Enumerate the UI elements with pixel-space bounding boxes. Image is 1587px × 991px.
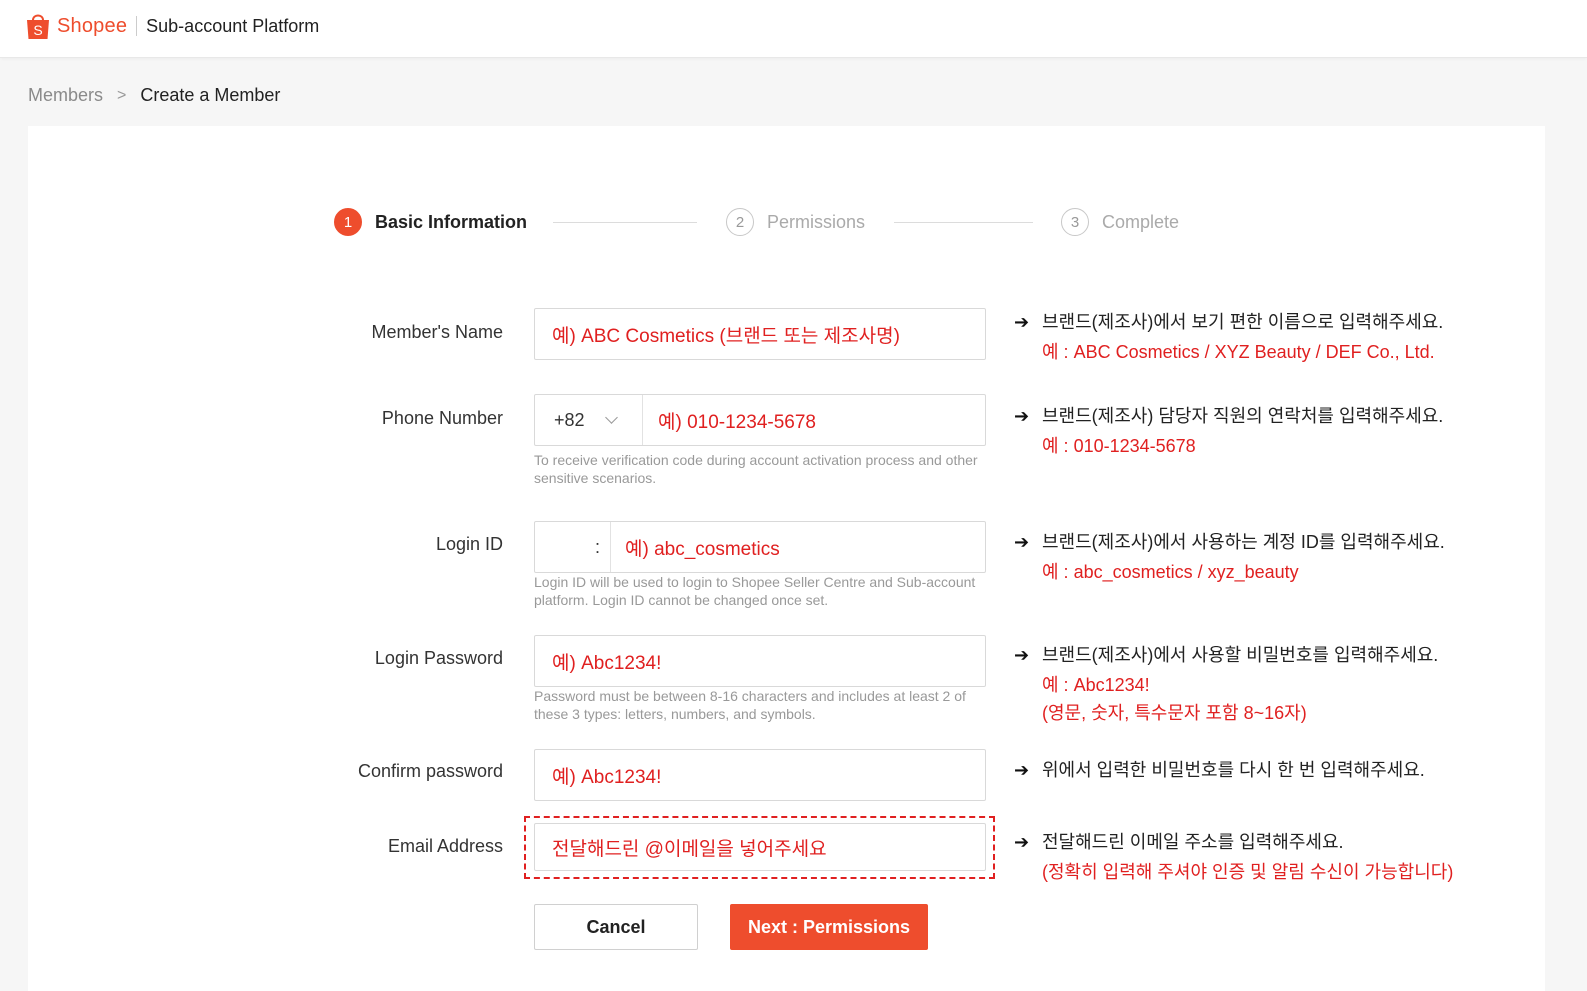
step-connector-1 <box>553 222 697 223</box>
country-code-value: +82 <box>554 409 585 430</box>
annotation-password-example: 예 : Abc1234! <box>1042 675 1150 695</box>
annotation-phone-example: 예 : 010-1234-5678 <box>1042 436 1196 456</box>
annotation-email: ➔ 전달해드린 이메일 주소를 입력해주세요. (정확히 입력해 주셔야 인증 및… <box>1014 827 1453 887</box>
annotation-member-name-main: 브랜드(제조사)에서 보기 편한 이름으로 입력해주세요. <box>1042 312 1444 332</box>
annotation-email-note: (정확히 입력해 주셔야 인증 및 알림 수신이 가능합니다) <box>1042 862 1454 882</box>
email-address-input[interactable]: 전달해드린 @이메일을 넣어주세요 <box>534 823 986 871</box>
annotation-password: ➔ 브랜드(제조사)에서 사용할 비밀번호를 입력해주세요. 예 : Abc123… <box>1014 640 1438 728</box>
member-name-label: Member's Name <box>371 322 503 342</box>
login-password-label: Login Password <box>374 648 503 668</box>
login-password-input[interactable]: 예) Abc1234! <box>534 635 986 687</box>
login-id-input[interactable]: 예) abc_cosmetics <box>611 534 780 561</box>
chevron-down-icon <box>604 411 618 424</box>
annotation-email-main: 전달해드린 이메일 주소를 입력해주세요. <box>1042 832 1344 852</box>
step-complete: 3 Complete <box>1061 208 1179 236</box>
step-number-1: 1 <box>334 208 362 236</box>
phone-number-hint: To receive verification code during acco… <box>534 452 978 486</box>
login-id-label: Login ID <box>435 534 503 554</box>
step-number-3: 3 <box>1061 208 1089 236</box>
annotation-login-id-example: 예 : abc_cosmetics / xyz_beauty <box>1042 562 1299 582</box>
step-label-1: Basic Information <box>375 211 528 232</box>
login-password-placeholder: 예) Abc1234! <box>552 652 662 674</box>
arrow-right-icon: ➔ <box>1014 406 1030 426</box>
login-id-field: : 예) abc_cosmetics <box>534 521 986 573</box>
arrow-right-icon: ➔ <box>1014 760 1030 780</box>
annotation-member-name: ➔ 브랜드(제조사)에서 보기 편한 이름으로 입력해주세요. 예 : ABC C… <box>1014 307 1443 367</box>
annotation-password-rule: (영문, 숫자, 특수문자 포함 8~16자) <box>1042 703 1307 723</box>
breadcrumb: Members > Create a Member <box>28 85 280 106</box>
phone-number-input[interactable]: 예) 010-1234-5678 <box>643 407 816 434</box>
login-password-hint: Password must be between 8-16 characters… <box>534 688 966 722</box>
confirm-password-label: Confirm password <box>357 761 503 781</box>
phone-number-field: +82 예) 010-1234-5678 <box>534 394 986 446</box>
step-connector-2 <box>894 222 1033 223</box>
step-label-3: Complete <box>1102 211 1180 232</box>
svg-text:S: S <box>33 22 42 38</box>
arrow-right-icon: ➔ <box>1014 312 1030 332</box>
step-label-2: Permissions <box>767 211 866 232</box>
brand-name: Shopee <box>57 14 128 37</box>
step-number-2: 2 <box>726 208 754 236</box>
shopee-logo[interactable]: S Shopee Sub-account Platform <box>26 12 319 40</box>
confirm-password-input[interactable]: 예) Abc1234! <box>534 749 986 801</box>
annotation-phone-main: 브랜드(제조사) 담당자 직원의 연락처를 입력해주세요. <box>1042 406 1444 426</box>
annotation-confirm-password: ➔ 위에서 입력한 비밀번호를 다시 한 번 입력해주세요. <box>1014 755 1425 785</box>
login-id-hint: Login ID will be used to login to Shopee… <box>534 574 976 608</box>
arrow-right-icon: ➔ <box>1014 832 1030 852</box>
member-name-placeholder: 예) ABC Cosmetics (브랜드 또는 제조사명) <box>552 325 900 347</box>
annotation-confirm-password-main: 위에서 입력한 비밀번호를 다시 한 번 입력해주세요. <box>1042 760 1425 780</box>
logo-divider <box>136 16 138 36</box>
annotation-password-main: 브랜드(제조사)에서 사용할 비밀번호를 입력해주세요. <box>1042 645 1439 665</box>
arrow-right-icon: ➔ <box>1014 532 1030 552</box>
member-name-input[interactable]: 예) ABC Cosmetics (브랜드 또는 제조사명) <box>534 308 986 360</box>
annotation-login-id: ➔ 브랜드(제조사)에서 사용하는 계정 ID를 입력해주세요. 예 : abc_… <box>1014 527 1445 587</box>
chevron-right-icon: > <box>117 86 127 104</box>
platform-title: Sub-account Platform <box>146 15 320 36</box>
next-permissions-button[interactable]: Next : Permissions <box>730 904 928 950</box>
annotation-phone: ➔ 브랜드(제조사) 담당자 직원의 연락처를 입력해주세요. 예 : 010-1… <box>1014 401 1443 461</box>
breadcrumb-members-link[interactable]: Members <box>28 85 103 106</box>
step-basic-information: 1 Basic Information <box>334 208 527 236</box>
email-address-placeholder: 전달해드린 @이메일을 넣어주세요 <box>552 838 827 860</box>
country-code-select[interactable]: +82 <box>535 395 643 445</box>
shopee-bag-icon: S <box>26 12 50 40</box>
login-id-prefix: : <box>535 522 611 572</box>
step-permissions: 2 Permissions <box>726 208 865 236</box>
arrow-right-icon: ➔ <box>1014 645 1030 665</box>
top-bar: S Shopee Sub-account Platform <box>0 0 1587 58</box>
phone-number-label: Phone Number <box>381 408 503 428</box>
annotation-login-id-main: 브랜드(제조사)에서 사용하는 계정 ID를 입력해주세요. <box>1042 532 1445 552</box>
email-address-label: Email Address <box>387 836 503 856</box>
annotation-member-name-example: 예 : ABC Cosmetics / XYZ Beauty / DEF Co.… <box>1042 342 1435 362</box>
breadcrumb-current: Create a Member <box>140 85 281 105</box>
cancel-button[interactable]: Cancel <box>534 904 698 950</box>
confirm-password-placeholder: 예) Abc1234! <box>552 766 662 788</box>
